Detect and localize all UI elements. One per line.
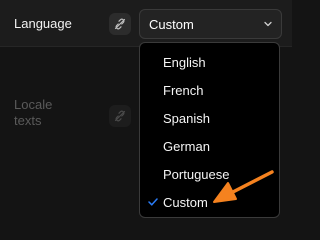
language-select[interactable]: Custom bbox=[139, 9, 282, 39]
locale-texts-label: Locale texts bbox=[14, 97, 53, 128]
option-french[interactable]: French bbox=[163, 83, 203, 99]
link-off-icon bbox=[114, 18, 126, 30]
link-off-icon bbox=[114, 110, 126, 122]
unlink-button-language[interactable] bbox=[109, 13, 131, 35]
chevron-down-icon bbox=[264, 21, 272, 27]
option-spanish[interactable]: Spanish bbox=[163, 111, 210, 127]
check-icon bbox=[148, 198, 158, 206]
unlink-button-locale[interactable] bbox=[109, 105, 131, 127]
option-portuguese[interactable]: Portuguese bbox=[163, 167, 230, 183]
option-german[interactable]: German bbox=[163, 139, 210, 155]
option-english[interactable]: English bbox=[163, 55, 206, 71]
language-dropdown-menu: English French Spanish German Portuguese… bbox=[139, 42, 280, 218]
language-label: Language bbox=[14, 16, 72, 31]
option-custom[interactable]: Custom bbox=[163, 195, 208, 211]
language-select-value: Custom bbox=[149, 17, 194, 32]
